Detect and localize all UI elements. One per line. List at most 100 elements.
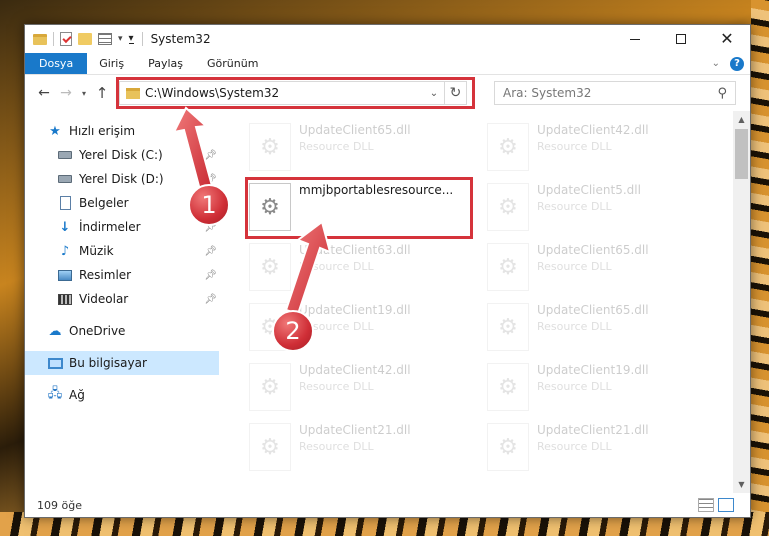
new-folder-icon[interactable]	[78, 33, 92, 45]
pin-icon: 📌︎	[204, 269, 217, 281]
sidebar-item-music[interactable]: ♪ Müzik 📌︎	[25, 239, 219, 263]
documents-icon	[57, 196, 73, 210]
folder-icon	[33, 33, 47, 45]
status-bar: 109 öğe	[25, 493, 750, 517]
address-bar[interactable]: C:\Windows\System32 ⌄ ↻	[116, 77, 475, 109]
sidebar-item-pictures[interactable]: Resimler 📌︎	[25, 263, 219, 287]
dll-file-icon: ⚙	[487, 243, 529, 291]
file-item[interactable]: ⚙ UpdateClient42.dll Resource DLL	[487, 117, 713, 177]
file-name: UpdateClient19.dll	[299, 303, 411, 317]
quick-access-toolbar: ▾ ▾	[25, 32, 134, 46]
search-input[interactable]: Ara: System32 ⚲	[494, 81, 736, 105]
chevron-down-icon[interactable]: ⌄	[424, 88, 444, 99]
tab-file[interactable]: Dosya	[25, 53, 88, 74]
sidebar-item-this-pc[interactable]: Bu bilgisayar	[25, 351, 219, 375]
recent-locations-button[interactable]: ▾	[77, 89, 91, 98]
gear-icon: ⚙	[498, 254, 518, 280]
dll-file-icon: ⚙	[249, 123, 291, 171]
window-title: System32	[150, 32, 211, 46]
file-item[interactable]: ⚙ UpdateClient65.dll Resource DLL	[249, 117, 475, 177]
sidebar-item-label: İndirmeler	[79, 220, 141, 234]
tab-share[interactable]: Paylaş	[136, 53, 195, 74]
file-item[interactable]: ⚙ UpdateClient42.dll Resource DLL	[249, 357, 475, 417]
divider	[53, 32, 54, 46]
view-switcher	[698, 498, 738, 512]
refresh-button[interactable]: ↻	[444, 82, 466, 104]
customize-toolbar-icon[interactable]: ▾	[128, 33, 134, 44]
navigation-bar: ← → ▾ ↑ C:\Windows\System32 ⌄ ↻ Ara: Sys…	[25, 75, 750, 111]
file-name: UpdateClient21.dll	[299, 423, 411, 437]
file-type: Resource DLL	[299, 380, 374, 393]
dll-file-icon: ⚙	[249, 423, 291, 471]
large-icons-view-button[interactable]	[718, 498, 734, 512]
network-icon: 🖧︎	[47, 386, 63, 401]
help-icon[interactable]: ?	[730, 56, 744, 71]
tab-home[interactable]: Giriş	[87, 53, 136, 74]
sidebar-item-videos[interactable]: Videolar 📌︎	[25, 287, 219, 311]
scroll-thumb[interactable]	[735, 129, 748, 179]
maximize-button[interactable]	[658, 25, 704, 53]
star-icon: ★	[49, 123, 61, 139]
sidebar-item-label: Belgeler	[79, 196, 129, 210]
content-area: ★ Hızlı erişim Yerel Disk (C:) 📌︎ Yerel …	[25, 111, 750, 493]
file-item[interactable]: ⚙ UpdateClient19.dll Resource DLL	[487, 357, 713, 417]
search-icon[interactable]: ⚲	[717, 86, 727, 101]
view-icon[interactable]	[98, 33, 112, 45]
file-item[interactable]: ⚙ UpdateClient65.dll Resource DLL	[487, 297, 713, 357]
sidebar-item-network[interactable]: 🖧︎ Ağ	[25, 383, 219, 407]
file-type: Resource DLL	[537, 140, 612, 153]
close-button[interactable]: ✕	[704, 25, 750, 53]
close-icon: ✕	[720, 29, 734, 48]
file-type: Resource DLL	[537, 380, 612, 393]
scroll-down-button[interactable]: ▼	[733, 476, 750, 493]
minimize-button[interactable]	[612, 25, 658, 53]
gear-icon: ⚙	[498, 434, 518, 460]
sidebar-item-label: Müzik	[79, 244, 114, 258]
ribbon-tabs: Dosya Giriş Paylaş Görünüm ⌄ ?	[25, 53, 750, 75]
sidebar-item-onedrive[interactable]: ☁ OneDrive	[25, 319, 219, 343]
sidebar-item-local-disk-d[interactable]: Yerel Disk (D:) 📌︎	[25, 167, 219, 191]
file-highlight-box	[245, 177, 473, 239]
up-button[interactable]: ↑	[91, 84, 113, 102]
forward-button[interactable]: →	[55, 85, 77, 101]
file-item[interactable]: ⚙ UpdateClient63.dll Resource DLL	[249, 237, 475, 297]
file-type: Resource DLL	[299, 140, 374, 153]
window-controls: ✕	[612, 25, 750, 53]
sidebar-item-downloads[interactable]: ↓ İndirmeler 📌︎	[25, 215, 219, 239]
file-name: UpdateClient19.dll	[537, 363, 649, 377]
minimize-icon	[630, 38, 640, 40]
file-name: UpdateClient42.dll	[299, 363, 411, 377]
wallpaper-right	[751, 0, 769, 536]
gear-icon: ⚙	[260, 374, 280, 400]
expand-ribbon-icon[interactable]: ⌄	[712, 58, 720, 69]
address-path[interactable]: C:\Windows\System32	[145, 86, 424, 100]
scroll-up-button[interactable]: ▲	[733, 111, 750, 128]
ribbon-right: ⌄ ?	[712, 53, 750, 74]
details-view-button[interactable]	[698, 498, 714, 512]
sidebar-item-label: Resimler	[79, 268, 132, 282]
chevron-down-icon[interactable]: ▾	[118, 34, 123, 44]
file-item[interactable]: ⚙ UpdateClient65.dll Resource DLL	[487, 237, 713, 297]
divider	[141, 32, 143, 46]
file-type: Resource DLL	[537, 440, 612, 453]
file-list: ⚙ UpdateClient65.dll Resource DLL ⚙ mmjbp…	[219, 111, 750, 493]
file-type: Resource DLL	[299, 260, 374, 273]
gear-icon: ⚙	[260, 254, 280, 280]
music-icon: ♪	[60, 243, 70, 259]
file-item[interactable]: ⚙ UpdateClient21.dll Resource DLL	[249, 417, 475, 477]
file-name: UpdateClient65.dll	[537, 243, 649, 257]
pictures-icon	[57, 268, 73, 282]
item-count: 109 öğe	[37, 498, 82, 512]
vertical-scrollbar[interactable]: ▲ ▼	[733, 111, 750, 493]
file-item[interactable]: ⚙ UpdateClient5.dll Resource DLL	[487, 177, 713, 237]
tab-view[interactable]: Görünüm	[195, 53, 270, 74]
cloud-icon: ☁	[48, 323, 62, 339]
pin-icon: 📌︎	[204, 293, 217, 305]
disk-icon	[57, 148, 73, 162]
file-name: UpdateClient42.dll	[537, 123, 649, 137]
sidebar-item-local-disk-c[interactable]: Yerel Disk (C:) 📌︎	[25, 143, 219, 167]
file-item[interactable]: ⚙ UpdateClient21.dll Resource DLL	[487, 417, 713, 477]
sidebar-item-quick-access[interactable]: ★ Hızlı erişim	[25, 119, 219, 143]
back-button[interactable]: ←	[33, 85, 55, 101]
properties-icon[interactable]	[60, 32, 72, 46]
